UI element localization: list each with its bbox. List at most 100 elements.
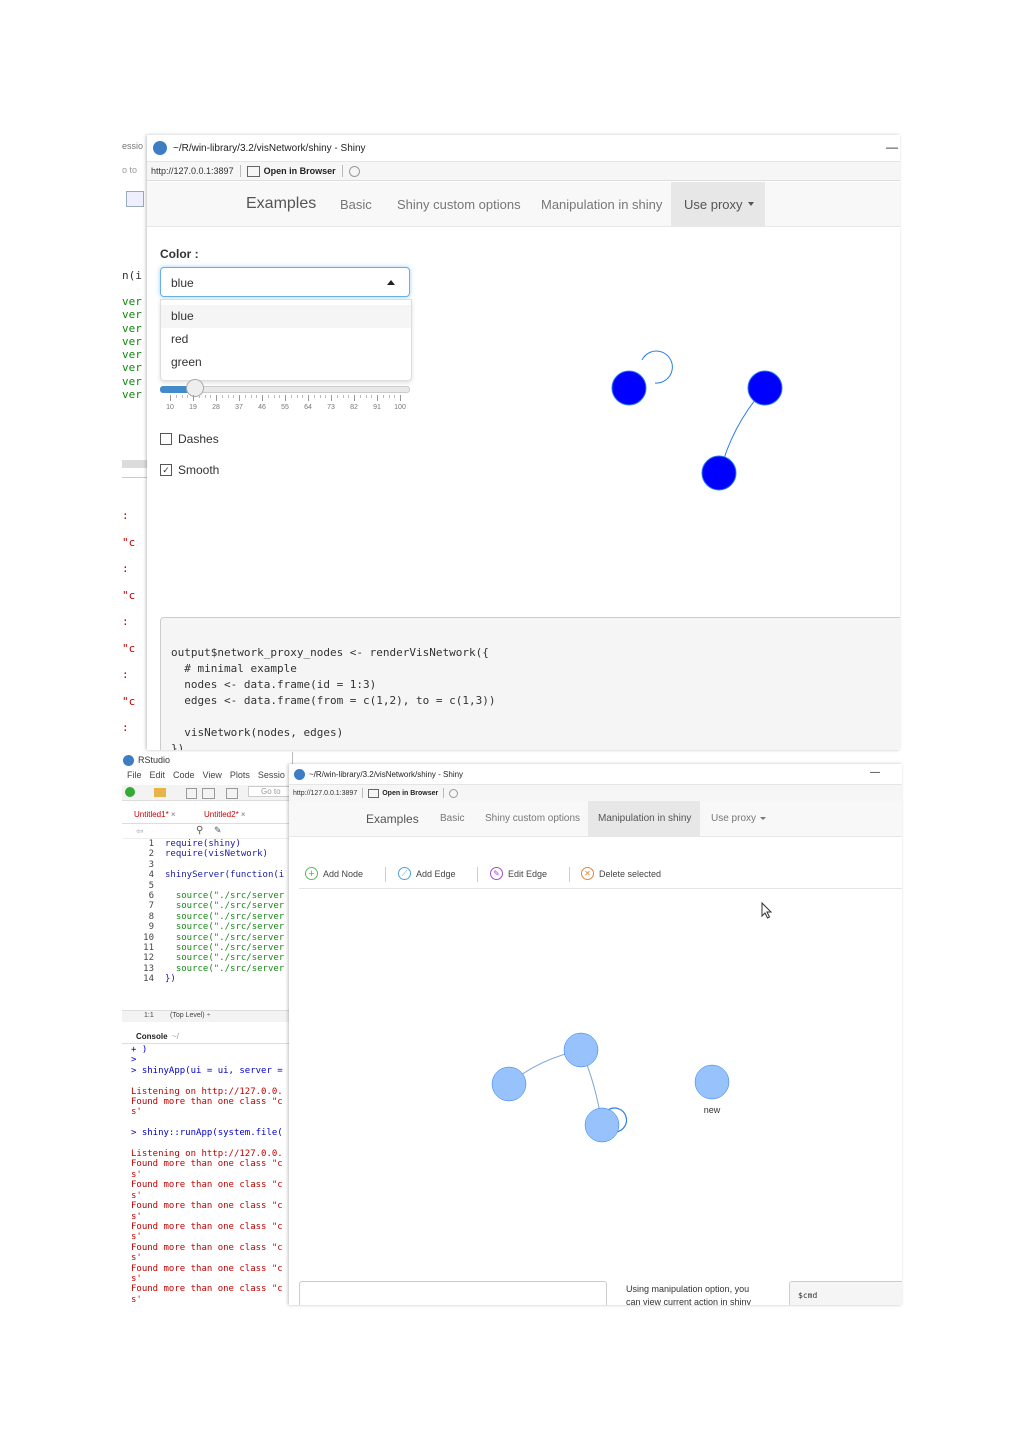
navbar: Examples Basic Shiny custom options Mani… [289,801,902,837]
url-bar: http://127.0.0.1:3897 Open in Browser [147,162,900,181]
info-text-line-2: can view current action in shiny [626,1297,752,1305]
refresh-icon[interactable] [449,788,459,798]
scope-indicator[interactable]: (Top Level) ÷ [170,1012,210,1019]
console-line: > [131,1055,137,1066]
delete-selected-button[interactable]: ✕ Delete selected [581,867,661,880]
menu-item-edit[interactable]: Edit [150,770,166,784]
slider-tick-mark [308,395,309,401]
edit-edge-button[interactable]: ✎ Edit Edge [490,867,547,880]
tab-untitled2[interactable]: Untitled2* × [204,810,246,819]
network-node-new[interactable] [694,1064,730,1100]
console-line: s' [131,1211,142,1222]
tab-use-proxy-label: Use proxy [711,813,757,824]
menu-item-file[interactable]: File [127,770,142,784]
open-folder-icon[interactable] [154,788,166,797]
back-arrow-icon[interactable]: ⇦ [136,826,144,837]
code-editor[interactable]: 1 require(shiny) 2 require(visNetwork) 3 4 shi… [122,839,292,1011]
add-icon: + [305,867,318,880]
editor-line: 5 [122,881,292,891]
network-node[interactable] [563,1032,599,1068]
add-node-button[interactable]: + Add Node [305,867,363,880]
code-line: output$network_proxy_nodes <- renderVisN… [171,646,489,659]
pane-divider[interactable] [122,460,148,468]
tab-shiny-custom-options[interactable]: Shiny custom options [397,182,521,226]
window-title: ~/R/win-library/3.2/visNetwork/shiny - S… [309,769,464,779]
console-output[interactable]: + ) > > shinyApp(ui = ui, server = Listeni… [131,1045,291,1305]
menu-item-sessio[interactable]: Sessio [258,770,285,784]
save-all-icon[interactable] [202,788,215,799]
edit-edge-label: Edit Edge [508,868,548,879]
network-node[interactable] [747,370,783,406]
info-text: Using manipulation option, you can view … [626,1283,751,1305]
goto-input[interactable]: Go to [248,786,292,797]
dropdown-option-blue[interactable]: blue [161,305,411,328]
url-text[interactable]: http://127.0.0.1:3897 [293,790,357,797]
tab-basic[interactable]: Basic [440,801,464,836]
code-fragment-line: ver [122,321,142,335]
editor-line: 8 source("./src/server [122,912,292,922]
editor-line: 3 [122,860,292,870]
search-icon[interactable]: ⚲ [196,825,203,836]
slider-minor-tick [250,395,252,398]
new-file-icon[interactable] [125,787,135,797]
title-bar: ~/R/win-library/3.2/visNetwork/shiny - S… [147,135,900,162]
slider-tick-label: 73 [327,404,335,411]
code-text: source("./src/server [165,911,285,922]
dropdown-option-green[interactable]: green [161,351,411,374]
nav-brand[interactable]: Examples [366,801,419,836]
slider-minor-tick [279,395,281,398]
menu-item-code[interactable]: Code [173,770,195,784]
network-edge-self-loop[interactable] [641,350,673,384]
editor-line: 13 source("./src/server [122,964,292,974]
smooth-checkbox[interactable]: ✓ Smooth [160,463,219,477]
console-line: > shinyApp(ui = ui, server = [131,1065,283,1076]
slider[interactable]: 10 19 28 37 46 55 64 73 82 91 100 [160,379,410,415]
minimize-button[interactable]: — [870,767,880,778]
add-edge-button[interactable]: ⟋ Add Edge [398,867,456,880]
console-fragment-line: : "c [122,668,136,708]
open-in-browser-button[interactable]: Open in Browser [264,166,336,176]
menu-item-plots[interactable]: Plots [230,770,250,784]
rstudio-icon [294,768,305,780]
tab-untitled1-label: Untitled1* [134,810,169,819]
print-icon[interactable] [226,788,238,799]
tab-basic[interactable]: Basic [340,182,372,226]
network-node[interactable] [584,1107,620,1143]
smooth-label: Smooth [178,463,220,477]
tab-manipulation-in-shiny[interactable]: Manipulation in shiny [541,182,662,226]
console-fragment-line: : "c [122,562,136,602]
console-fragment-line: : "c [122,721,135,750]
dropdown-option-red[interactable]: red [161,328,411,351]
network-node[interactable] [491,1066,527,1102]
dashes-checkbox[interactable]: Dashes [160,432,219,446]
save-icon[interactable] [186,788,197,799]
color-select[interactable]: blue [160,267,410,297]
nav-brand[interactable]: Examples [246,182,316,226]
slider-tick-mark [377,395,378,401]
code-fragment-lines: ver ver ver ver ver ver ver ver [122,295,142,401]
tab-use-proxy[interactable]: Use proxy [711,801,767,836]
console-tab[interactable]: Console [136,1032,168,1041]
minimize-button[interactable]: — [886,140,898,154]
code-text: shinyServer(function(i [165,870,285,881]
slider-tick-label: 19 [189,404,197,411]
output-box [299,1281,607,1305]
tab-untitled1[interactable]: Untitled1* × [134,810,176,819]
network-node[interactable] [701,455,737,491]
wand-icon[interactable]: ✎ [214,825,222,836]
refresh-icon[interactable] [348,165,360,177]
manipulation-network-graph[interactable]: new [484,1024,744,1154]
console-line: Found more than one class "c [131,1201,283,1212]
tab-manipulation-in-shiny[interactable]: Manipulation in shiny [588,801,700,836]
open-in-browser-button[interactable]: Open in Browser [382,790,438,797]
url-text[interactable]: http://127.0.0.1:3897 [151,166,234,176]
network-node[interactable] [611,370,647,406]
code-text: require(visNetwork) [165,849,268,860]
menu-item-view[interactable]: View [203,770,222,784]
network-proxy-graph[interactable] [567,335,867,505]
tab-use-proxy[interactable]: Use proxy [671,182,765,226]
tab-shiny-custom-options[interactable]: Shiny custom options [485,801,580,836]
